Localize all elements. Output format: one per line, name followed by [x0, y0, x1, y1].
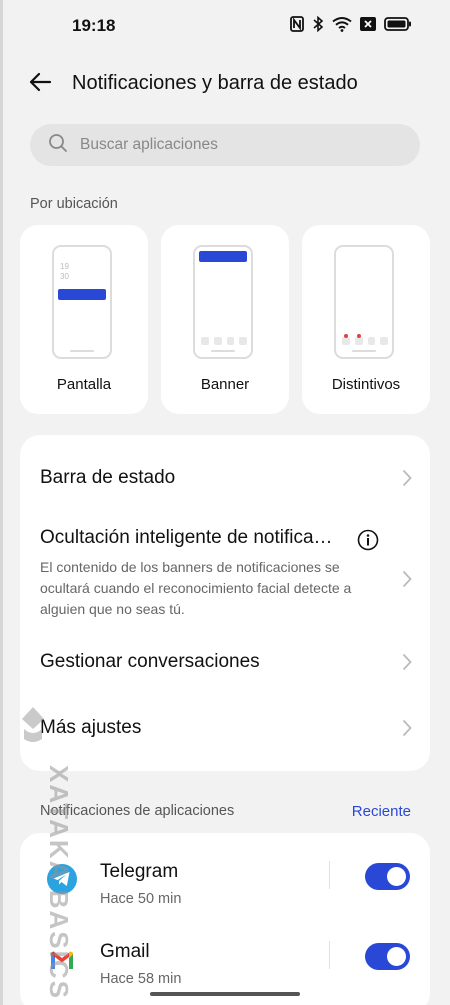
status-bar: 19:18: [0, 0, 450, 52]
watermark-text: XATAKA BASICS: [44, 765, 74, 1000]
app-last-notification-time: Hace 50 min: [100, 891, 182, 907]
setting-title: Gestionar conversaciones: [40, 651, 260, 672]
app-last-notification-time: Hace 58 min: [100, 971, 182, 987]
chevron-right-icon: [402, 653, 412, 676]
info-icon[interactable]: [357, 529, 379, 556]
preview-dock: [342, 334, 388, 345]
chevron-right-icon: [402, 570, 412, 593]
status-time: 19:18: [72, 16, 116, 35]
toggle-knob: [387, 867, 406, 886]
location-label-distintivos: Distintivos: [331, 376, 401, 393]
app-name: Gmail: [100, 941, 150, 962]
preview-home-bar: [70, 350, 94, 352]
divider: [329, 861, 330, 889]
setting-gestionar-conversaciones[interactable]: Gestionar conversaciones: [20, 631, 430, 697]
telegram-notifications-toggle[interactable]: [365, 863, 410, 890]
phone-preview-lockscreen: 19 30: [52, 245, 112, 359]
preview-banner: [199, 251, 247, 262]
gmail-notifications-toggle[interactable]: [365, 943, 410, 970]
divider: [329, 941, 330, 969]
setting-title: Barra de estado: [40, 467, 176, 488]
preview-home-bar: [352, 350, 376, 352]
setting-description: El contenido de los banners de notificac…: [40, 559, 352, 617]
app-row-telegram[interactable]: Telegram Hace 50 min: [20, 861, 430, 941]
app-notifications-list: Telegram Hace 50 min Gmail Hace 58 min: [20, 833, 430, 1005]
setting-mas-ajustes[interactable]: Más ajustes: [20, 697, 430, 763]
chevron-right-icon: [402, 719, 412, 742]
arrow-left-icon: [28, 72, 52, 97]
watermark-logo-icon: [18, 705, 48, 754]
location-option-banner[interactable]: Banner: [161, 225, 289, 414]
battery-icon: [384, 17, 412, 31]
phone-preview-badges: [334, 245, 394, 359]
wifi-icon: [332, 16, 352, 32]
location-option-distintivos[interactable]: Distintivos: [302, 225, 430, 414]
setting-barra-de-estado[interactable]: Barra de estado: [20, 435, 430, 521]
section-label-by-location: Por ubicación: [30, 196, 118, 212]
location-option-pantalla[interactable]: 19 30 Pantalla: [20, 225, 148, 414]
setting-ocultacion-inteligente[interactable]: Ocultación inteligente de notifica… El c…: [20, 521, 430, 631]
location-label-banner: Banner: [200, 376, 250, 393]
bluetooth-icon: [312, 16, 324, 32]
setting-title: Ocultación inteligente de notifica…: [40, 527, 333, 548]
settings-list: Barra de estado Ocultación inteligente d…: [20, 435, 430, 771]
phone-preview-banner: [193, 245, 253, 359]
toggle-knob: [387, 947, 406, 966]
chevron-right-icon: [402, 469, 412, 492]
preview-clock-hour: 19: [60, 262, 69, 271]
sim-off-icon: [360, 17, 376, 31]
app-name: Telegram: [100, 861, 179, 882]
back-button[interactable]: [24, 70, 56, 98]
nfc-icon: [290, 16, 304, 32]
screen-edge: [0, 0, 3, 1005]
search-input[interactable]: Buscar aplicaciones: [30, 124, 420, 166]
gesture-navigation-bar[interactable]: [150, 992, 300, 996]
preview-home-bar: [211, 350, 235, 352]
preview-clock-minute: 30: [60, 272, 69, 281]
search-icon: [30, 133, 68, 158]
preview-notification: [58, 289, 106, 300]
search-placeholder: Buscar aplicaciones: [80, 136, 218, 153]
page-title: Notificaciones y barra de estado: [72, 72, 358, 94]
location-label-pantalla: Pantalla: [56, 376, 112, 393]
status-icons: [290, 16, 412, 32]
watermark: XATAKA BASICS: [14, 705, 74, 1000]
app-bar: Notificaciones y barra de estado: [0, 62, 450, 106]
preview-dock: [201, 337, 247, 345]
sort-recent-link[interactable]: Reciente: [352, 803, 411, 820]
